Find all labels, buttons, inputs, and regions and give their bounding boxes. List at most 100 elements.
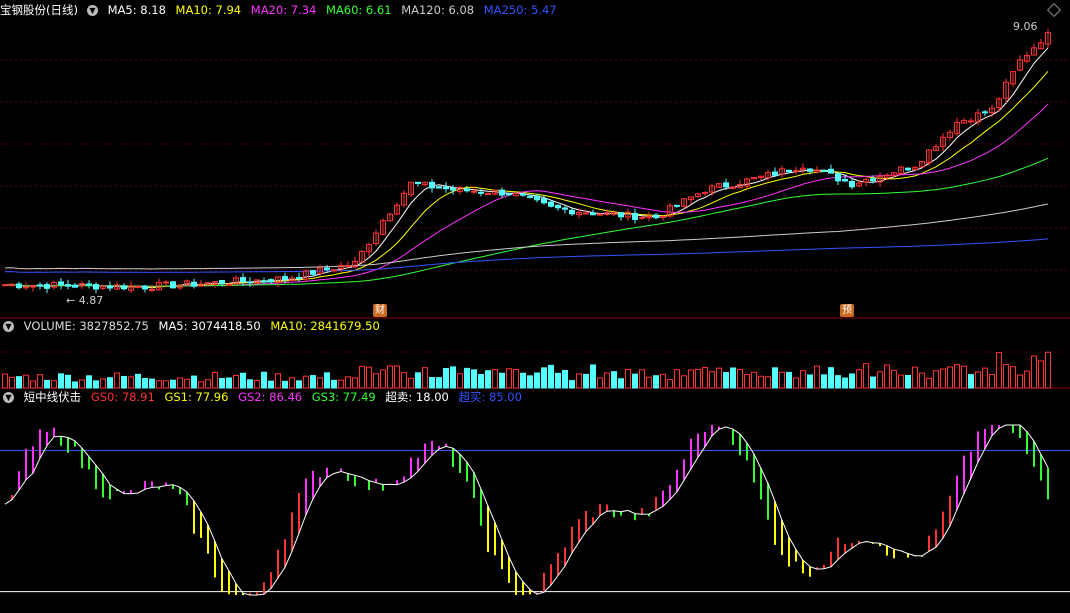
candle-body xyxy=(842,178,848,182)
ma5-label: MA5: 8.18 xyxy=(107,3,166,17)
volume-bar xyxy=(765,376,771,389)
volume-bar xyxy=(793,377,799,389)
volume-bar xyxy=(975,371,981,389)
volume-bar xyxy=(219,377,225,389)
candle-body xyxy=(905,167,911,171)
volume-bar xyxy=(268,380,274,389)
volume-bar xyxy=(485,370,491,389)
candle-body xyxy=(191,281,197,287)
volume-bar xyxy=(352,377,358,389)
chevron-down-icon[interactable]: ▼ xyxy=(86,5,98,16)
candle-body xyxy=(562,207,568,210)
candle-body xyxy=(44,284,50,289)
volume-bar xyxy=(492,369,498,389)
candle-body xyxy=(597,213,603,216)
candle-body xyxy=(345,264,351,267)
volume-bar xyxy=(695,368,701,389)
ma120-label: MA120: 6.08 xyxy=(401,3,475,17)
candle-body xyxy=(499,189,505,196)
volume-bar xyxy=(247,379,253,389)
gs2-label: GS2: 86.46 xyxy=(238,390,303,404)
candle-body xyxy=(429,181,435,189)
volume-bar xyxy=(65,374,71,389)
volume-bar xyxy=(408,377,414,389)
volume-bar xyxy=(499,372,505,389)
volume-bar xyxy=(870,376,876,389)
candle-body xyxy=(415,181,421,184)
volume-bar xyxy=(632,373,638,389)
ma10-line xyxy=(4,70,1049,288)
chevron-down-icon[interactable]: ▼ xyxy=(3,321,14,332)
volume-bar xyxy=(744,374,750,389)
volume-bar xyxy=(779,371,785,389)
volume-bar xyxy=(191,375,197,389)
candle-body xyxy=(968,120,974,123)
candle-body xyxy=(86,283,92,286)
candle-body xyxy=(807,168,813,172)
volume-bar xyxy=(709,371,715,389)
volume-bar xyxy=(716,367,722,389)
volume-bar xyxy=(597,377,603,389)
financial-report-badge[interactable]: 财 xyxy=(373,304,387,317)
low-price-label: ← 4.87 xyxy=(66,294,104,307)
volume-bar xyxy=(807,374,813,389)
volume-bar xyxy=(226,377,232,389)
volume-bar xyxy=(345,376,351,389)
candle-body xyxy=(282,276,288,281)
volume-bar xyxy=(16,376,22,389)
volume-bar xyxy=(723,372,729,389)
volume-bar xyxy=(667,379,673,389)
volume-bar xyxy=(156,380,162,389)
candle-body xyxy=(590,212,596,216)
volume-bar xyxy=(912,366,918,389)
oversold-label: 超卖: 18.00 xyxy=(385,390,449,404)
volume-bar xyxy=(23,374,29,389)
volume-bar xyxy=(919,372,925,389)
gs3-label: GS3: 77.49 xyxy=(311,390,376,404)
volume-bar xyxy=(177,377,183,389)
volume-bar xyxy=(72,381,78,389)
chevron-down-icon[interactable]: ▼ xyxy=(3,392,14,403)
ma20-line xyxy=(4,103,1049,288)
volume-bar xyxy=(471,369,477,389)
volume-bar xyxy=(506,368,512,389)
candle-body xyxy=(772,171,778,176)
volume-bar xyxy=(464,367,470,389)
volume-bar xyxy=(282,380,288,389)
volume-bar xyxy=(450,366,456,389)
volume-bar xyxy=(1024,370,1030,389)
moving-average-lines xyxy=(4,47,1049,289)
candle-body xyxy=(268,279,274,283)
volume-bar xyxy=(331,379,337,389)
volume-bar xyxy=(254,380,260,389)
volume-bar xyxy=(828,367,834,389)
volume-bar xyxy=(9,376,15,389)
volume-label: VOLUME: 3827852.75 xyxy=(23,319,149,333)
candle-body xyxy=(58,281,64,286)
volume-bar xyxy=(170,379,176,389)
volume-bar xyxy=(149,378,155,389)
candle-body xyxy=(569,209,575,215)
candle-body xyxy=(450,187,456,191)
high-price-label: 9.06 xyxy=(1013,20,1038,33)
volume-bar xyxy=(611,371,617,389)
candle-body xyxy=(443,186,449,190)
gs1-label: GS1: 77.96 xyxy=(164,390,229,404)
volume-bar xyxy=(387,365,393,389)
volume-bar xyxy=(737,368,743,389)
volume-bar xyxy=(751,371,757,389)
candle-body xyxy=(37,284,43,287)
ma5-line xyxy=(4,47,1049,289)
candle-body xyxy=(618,212,624,218)
candle-body xyxy=(436,186,442,189)
volume-bar xyxy=(359,365,365,389)
candle-body xyxy=(2,284,8,287)
candle-body xyxy=(135,286,141,289)
forecast-badge[interactable]: 预 xyxy=(840,304,854,317)
volume-bar xyxy=(100,378,106,389)
volume-bar xyxy=(989,374,995,389)
volume-bar xyxy=(457,373,463,389)
volume-bar xyxy=(429,377,435,389)
volume-bar xyxy=(674,369,680,389)
vol-ma10-label: MA10: 2841679.50 xyxy=(270,319,380,333)
